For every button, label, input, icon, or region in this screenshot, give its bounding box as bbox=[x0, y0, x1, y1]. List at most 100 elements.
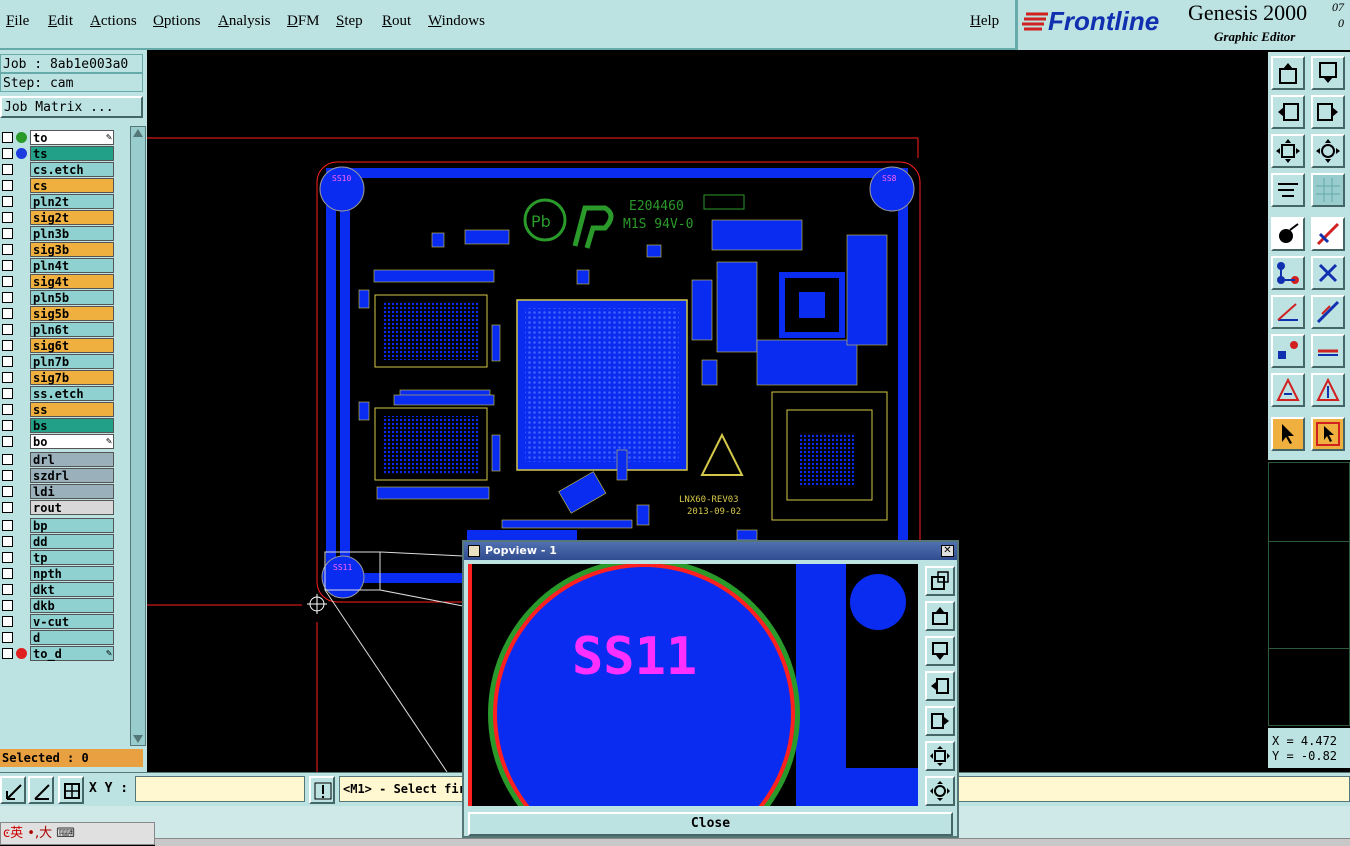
layer-row[interactable]: npth bbox=[0, 566, 118, 581]
layer-checkbox[interactable] bbox=[2, 196, 13, 207]
horizontal-line-button[interactable] bbox=[1311, 334, 1345, 368]
layer-row[interactable]: szdrl bbox=[0, 468, 118, 483]
layer-row[interactable]: sig3b bbox=[0, 242, 118, 257]
pointer-triangle-button[interactable] bbox=[1311, 373, 1345, 407]
menu-dfm[interactable]: DFM bbox=[287, 13, 320, 30]
layer-row[interactable]: pln6t bbox=[0, 322, 118, 337]
popview-up-button[interactable] bbox=[925, 601, 955, 631]
layer-row[interactable]: rout bbox=[0, 500, 118, 515]
menu-rout[interactable]: Rout bbox=[382, 13, 411, 30]
layer-name[interactable]: sig2t bbox=[30, 210, 114, 225]
layer-checkbox[interactable] bbox=[2, 340, 13, 351]
menu-analysis[interactable]: Analysis bbox=[218, 13, 271, 30]
layer-checkbox[interactable] bbox=[2, 600, 13, 611]
menu-edit[interactable]: Edit bbox=[48, 13, 73, 30]
layer-checkbox[interactable] bbox=[2, 584, 13, 595]
layer-row[interactable]: cs bbox=[0, 178, 118, 193]
layer-checkbox[interactable] bbox=[2, 648, 13, 659]
layer-row[interactable]: sig7b bbox=[0, 370, 118, 385]
pan-right-button[interactable] bbox=[1311, 95, 1345, 129]
layer-name[interactable]: sig3b bbox=[30, 242, 114, 257]
layer-name[interactable]: sig7b bbox=[30, 370, 114, 385]
layer-row[interactable]: ss.etch bbox=[0, 386, 118, 401]
angle-button[interactable] bbox=[1271, 295, 1305, 329]
layer-checkbox[interactable] bbox=[2, 180, 13, 191]
layer-row[interactable]: bp bbox=[0, 518, 118, 533]
layer-name[interactable]: pln6t bbox=[30, 322, 114, 337]
layer-name[interactable]: ldi bbox=[30, 484, 114, 499]
layer-checkbox[interactable] bbox=[2, 454, 13, 465]
layer-name[interactable]: pln2t bbox=[30, 194, 114, 209]
zoom-home-button[interactable] bbox=[1311, 134, 1345, 168]
layer-name[interactable]: cs bbox=[30, 178, 114, 193]
select-button[interactable] bbox=[1271, 417, 1305, 451]
layer-row[interactable]: ldi bbox=[0, 484, 118, 499]
layer-row[interactable]: sig5b bbox=[0, 306, 118, 321]
layer-row[interactable]: dkb bbox=[0, 598, 118, 613]
layer-checkbox[interactable] bbox=[2, 228, 13, 239]
layer-row[interactable]: sig4t bbox=[0, 274, 118, 289]
layer-checkbox[interactable] bbox=[2, 372, 13, 383]
xy-input[interactable] bbox=[135, 776, 305, 802]
zoom-up-button[interactable] bbox=[1271, 56, 1305, 90]
connect-button[interactable] bbox=[1271, 256, 1305, 290]
menu-file[interactable]: File bbox=[6, 13, 29, 30]
layer-checkbox[interactable] bbox=[2, 244, 13, 255]
popview-right-button[interactable] bbox=[925, 706, 955, 736]
layer-row[interactable]: pln7b bbox=[0, 354, 118, 369]
layer-row[interactable]: pln4t bbox=[0, 258, 118, 273]
ime-mode[interactable]: ͼ英 bbox=[3, 826, 23, 841]
popview-zoom-out-button[interactable] bbox=[925, 566, 955, 596]
layer-name[interactable]: drl bbox=[30, 452, 114, 467]
menu-actions[interactable]: Actions bbox=[90, 13, 137, 30]
layer-checkbox[interactable] bbox=[2, 388, 13, 399]
layer-checkbox[interactable] bbox=[2, 292, 13, 303]
layer-name[interactable]: sig4t bbox=[30, 274, 114, 289]
popview-close-button[interactable]: Close bbox=[468, 812, 953, 836]
layer-checkbox[interactable] bbox=[2, 436, 13, 447]
measure-diag-button[interactable] bbox=[28, 776, 54, 804]
layer-name[interactable]: pln4t bbox=[30, 258, 114, 273]
layer-checkbox[interactable] bbox=[2, 132, 13, 143]
layer-row[interactable]: sig6t bbox=[0, 338, 118, 353]
slope-button[interactable] bbox=[1311, 295, 1345, 329]
layer-checkbox[interactable] bbox=[2, 552, 13, 563]
job-matrix-button[interactable]: Job Matrix ... bbox=[0, 96, 143, 118]
pan-left-button[interactable] bbox=[1271, 95, 1305, 129]
layer-name[interactable]: tp bbox=[30, 550, 114, 565]
layer-name[interactable]: bs bbox=[30, 418, 114, 433]
layer-checkbox[interactable] bbox=[2, 404, 13, 415]
popview-canvas[interactable]: SS11 bbox=[468, 564, 918, 806]
layer-name[interactable]: pln3b bbox=[30, 226, 114, 241]
layer-row[interactable]: bs bbox=[0, 418, 118, 433]
scroll-up-icon[interactable] bbox=[132, 128, 144, 138]
zoom-down-button[interactable] bbox=[1311, 56, 1345, 90]
layer-row[interactable]: to ✎ bbox=[0, 130, 118, 145]
layer-name[interactable]: bp bbox=[30, 518, 114, 533]
popview-titlebar[interactable]: Popview - 1 ✕ bbox=[464, 542, 957, 560]
layer-row[interactable]: tp bbox=[0, 550, 118, 565]
layer-row[interactable]: to_d ✎ bbox=[0, 646, 118, 661]
layer-row[interactable]: ts bbox=[0, 146, 118, 161]
layer-checkbox[interactable] bbox=[2, 324, 13, 335]
layer-name[interactable]: to bbox=[30, 130, 114, 145]
snap-button[interactable] bbox=[1271, 334, 1305, 368]
layer-row[interactable]: pln2t bbox=[0, 194, 118, 209]
layer-checkbox[interactable] bbox=[2, 616, 13, 627]
layer-name[interactable]: pln7b bbox=[30, 354, 114, 369]
layer-checkbox[interactable] bbox=[2, 486, 13, 497]
layer-name[interactable]: d bbox=[30, 630, 114, 645]
zoom-fit-button[interactable] bbox=[1271, 134, 1305, 168]
window-button[interactable] bbox=[58, 776, 84, 804]
layer-checkbox[interactable] bbox=[2, 520, 13, 531]
layer-row[interactable]: ss bbox=[0, 402, 118, 417]
layer-checkbox[interactable] bbox=[2, 148, 13, 159]
layer-row[interactable]: dkt bbox=[0, 582, 118, 597]
layer-checkbox[interactable] bbox=[2, 568, 13, 579]
layer-name[interactable]: v-cut bbox=[30, 614, 114, 629]
layer-name[interactable]: ss bbox=[30, 402, 114, 417]
layer-name[interactable]: dkt bbox=[30, 582, 114, 597]
layer-row[interactable]: v-cut bbox=[0, 614, 118, 629]
layer-row[interactable]: pln5b bbox=[0, 290, 118, 305]
layer-scrollbar[interactable] bbox=[130, 126, 146, 746]
